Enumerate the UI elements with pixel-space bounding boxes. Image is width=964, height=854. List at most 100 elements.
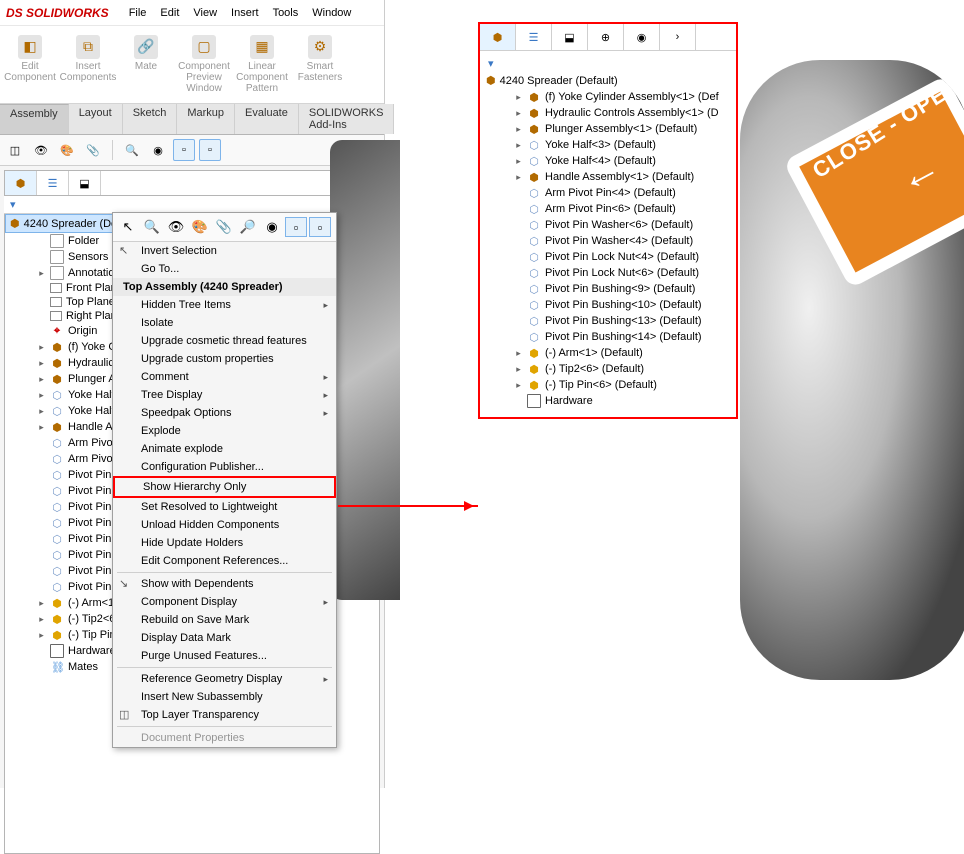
expand-icon[interactable]: ▸ [514, 124, 523, 135]
expand-icon[interactable]: ▸ [37, 406, 46, 417]
tree-item[interactable]: ⬡Arm Pivot Pin<4> (Default) [482, 185, 734, 201]
tab-markup[interactable]: Markup [177, 104, 235, 134]
ctx-insert-new-subassembly[interactable]: Insert New Subassembly [113, 688, 336, 706]
expand-icon[interactable]: ▸ [37, 614, 46, 625]
tab-evaluate[interactable]: Evaluate [235, 104, 299, 134]
menu-tools[interactable]: Tools [273, 7, 299, 19]
ctx-sel-a-icon[interactable]: ▫ [285, 217, 307, 237]
ctx-upgrade-cosmetic[interactable]: Upgrade cosmetic thread features [113, 332, 336, 350]
expand-icon[interactable]: ▸ [514, 156, 523, 167]
ctx-isolate[interactable]: Isolate [113, 314, 336, 332]
ctx-component-display[interactable]: Component Display▸ [113, 593, 336, 611]
expand-icon[interactable]: ▸ [514, 92, 523, 103]
expand-icon[interactable]: ▸ [37, 268, 46, 279]
ctx-speedpak[interactable]: Speedpak Options▸ [113, 404, 336, 422]
panel-tab-property[interactable]: ☰ [37, 171, 69, 195]
tree-item[interactable]: ▸⬢(f) Yoke Cylinder Assembly<1> (Def [482, 89, 734, 105]
cmd-mate[interactable]: 🔗Mate [118, 30, 174, 99]
tree-item[interactable]: ▸⬢(-) Tip Pin<6> (Default) [482, 377, 734, 393]
expand-icon[interactable]: ▸ [514, 364, 523, 375]
ctx-hide-update-holders[interactable]: Hide Update Holders [113, 534, 336, 552]
funnel-icon[interactable]: ▾ [10, 199, 16, 211]
funnel-icon[interactable]: ▾ [488, 58, 494, 70]
ctx-unload-hidden[interactable]: Unload Hidden Components [113, 516, 336, 534]
menu-file[interactable]: File [129, 7, 147, 19]
ctx-invert-selection[interactable]: ↖Invert Selection [113, 242, 336, 260]
expand-icon[interactable]: ▸ [514, 380, 523, 391]
attachment-icon[interactable]: 📎 [82, 139, 104, 161]
ctx-config-publisher[interactable]: Configuration Publisher... [113, 458, 336, 476]
menu-view[interactable]: View [193, 7, 217, 19]
ctx-set-resolved[interactable]: Set Resolved to Lightweight [113, 498, 336, 516]
tree-item[interactable]: ⬡Pivot Pin Washer<6> (Default) [482, 217, 734, 233]
ctx-document-properties[interactable]: Document Properties [113, 729, 336, 747]
color-wheel-icon[interactable]: ◉ [147, 139, 169, 161]
tree-item[interactable]: ⬡Pivot Pin Bushing<9> (Default) [482, 281, 734, 297]
expand-icon[interactable]: ▸ [37, 390, 46, 401]
ctx-top-layer-transparency[interactable]: ◫Top Layer Transparency [113, 706, 336, 724]
tree-item[interactable]: ⬡Pivot Pin Bushing<10> (Default) [482, 297, 734, 313]
ctx-sel-b-icon[interactable]: ▫ [309, 217, 331, 237]
tree-item[interactable]: ⬡Pivot Pin Bushing<14> (Default) [482, 329, 734, 345]
expand-icon[interactable]: ▸ [37, 630, 46, 641]
display-style-icon[interactable]: ◫ [4, 139, 26, 161]
ctx-edit-component-refs[interactable]: Edit Component References... [113, 552, 336, 570]
panel-tab-config[interactable]: ⬓ [69, 171, 101, 195]
tree-item[interactable]: Hardware [482, 393, 734, 409]
ctx-cursor-icon[interactable]: ↖ [117, 217, 139, 237]
expand-icon[interactable]: ▸ [37, 342, 46, 353]
tree-item[interactable]: ⬡Pivot Pin Lock Nut<4> (Default) [482, 249, 734, 265]
ctx-rebuild-save-mark[interactable]: Rebuild on Save Mark [113, 611, 336, 629]
cmd-smart-fasteners[interactable]: ⚙Smart Fasteners [292, 30, 348, 99]
panel-tab-display[interactable]: ⊕ [588, 24, 624, 50]
panel-tab-property[interactable]: ☰ [516, 24, 552, 50]
panel-tab-appearance[interactable]: ◉ [624, 24, 660, 50]
menu-window[interactable]: Window [312, 7, 351, 19]
cmd-edit-component[interactable]: ◧Edit Component [2, 30, 58, 99]
ctx-comment[interactable]: Comment▸ [113, 368, 336, 386]
tree-root-right[interactable]: ⬢ 4240 Spreader (Default) [482, 72, 734, 89]
ctx-display-data-mark[interactable]: Display Data Mark [113, 629, 336, 647]
tree-item[interactable]: ⬡Arm Pivot Pin<6> (Default) [482, 201, 734, 217]
tab-addins[interactable]: SOLIDWORKS Add-Ins [299, 104, 395, 134]
transparency-b-icon[interactable]: ▫ [199, 139, 221, 161]
panel-tab-config[interactable]: ⬓ [552, 24, 588, 50]
transparency-a-icon[interactable]: ▫ [173, 139, 195, 161]
hide-show-icon[interactable]: 👁 [30, 139, 52, 161]
tree-item[interactable]: ⬡Pivot Pin Lock Nut<6> (Default) [482, 265, 734, 281]
ctx-show-hierarchy-only[interactable]: Show Hierarchy Only [113, 476, 336, 498]
panel-tab-feature-tree[interactable]: ⬢ [480, 24, 516, 50]
tree-item[interactable]: ▸⬢(-) Tip2<6> (Default) [482, 361, 734, 377]
expand-icon[interactable]: ▸ [37, 374, 46, 385]
ctx-reference-geometry-display[interactable]: Reference Geometry Display▸ [113, 670, 336, 688]
tree-item[interactable]: ▸⬡Yoke Half<4> (Default) [482, 153, 734, 169]
cmd-linear-pattern[interactable]: ▦Linear Component Pattern [234, 30, 290, 99]
ctx-animate[interactable]: Animate explode [113, 440, 336, 458]
expand-icon[interactable]: ▸ [514, 140, 523, 151]
tab-sketch[interactable]: Sketch [123, 104, 178, 134]
ctx-show-with-dependents[interactable]: ↘Show with Dependents [113, 575, 336, 593]
tree-item[interactable]: ▸⬢Handle Assembly<1> (Default) [482, 169, 734, 185]
ctx-hidden-items[interactable]: Hidden Tree Items▸ [113, 296, 336, 314]
ctx-tree-display[interactable]: Tree Display▸ [113, 386, 336, 404]
ctx-colorwheel-icon[interactable]: ◉ [261, 217, 283, 237]
expand-icon[interactable]: ▸ [37, 598, 46, 609]
panel-tab-feature-tree[interactable]: ⬢ [5, 171, 37, 195]
ctx-search-icon[interactable]: 🔎 [237, 217, 259, 237]
cmd-insert-components[interactable]: ⧉Insert Components [60, 30, 116, 99]
ctx-hide-icon[interactable]: 👁 [165, 217, 187, 237]
ctx-goto[interactable]: Go To... [113, 260, 336, 278]
expand-icon[interactable]: ▸ [514, 108, 523, 119]
menu-edit[interactable]: Edit [160, 7, 179, 19]
expand-icon[interactable]: ▸ [514, 172, 523, 183]
tree-item[interactable]: ▸⬢(-) Arm<1> (Default) [482, 345, 734, 361]
expand-icon[interactable]: ▸ [514, 348, 523, 359]
ctx-explode[interactable]: Explode [113, 422, 336, 440]
menu-insert[interactable]: Insert [231, 7, 259, 19]
tree-item[interactable]: ▸⬢Plunger Assembly<1> (Default) [482, 121, 734, 137]
tree-item[interactable]: ▸⬢Hydraulic Controls Assembly<1> (D [482, 105, 734, 121]
ctx-zoom-sel-icon[interactable]: 🔍 [141, 217, 163, 237]
ctx-attach-icon[interactable]: 📎 [213, 217, 235, 237]
expand-icon[interactable]: ▸ [37, 358, 46, 369]
tree-item[interactable]: ⬡Pivot Pin Bushing<13> (Default) [482, 313, 734, 329]
